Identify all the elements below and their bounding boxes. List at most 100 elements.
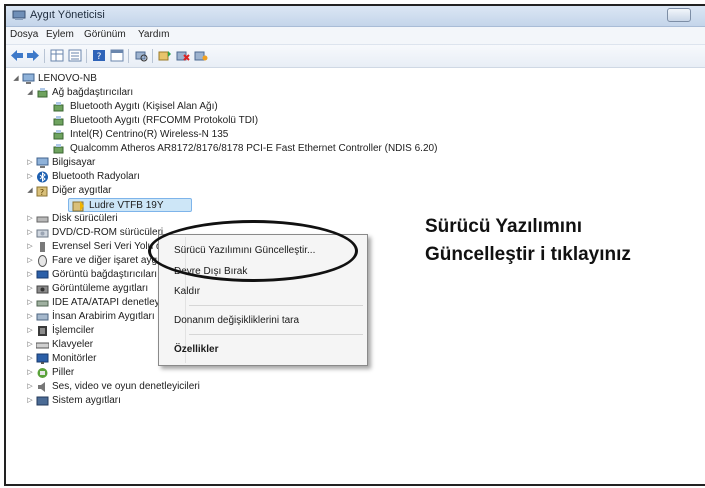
imaging-device-icon [36, 285, 49, 294]
ide-controller-icon [36, 300, 49, 307]
tree-item-label: Ses, video ve oyun denetleyicileri [52, 381, 200, 392]
highlight-oval [148, 220, 358, 282]
tree-category-network[interactable]: ◢ Ağ bağdaştırıcıları [26, 86, 226, 100]
processor-icon [38, 326, 47, 336]
tree-device[interactable]: Qualcomm Atheros AR8172/8176/8178 PCI-E … [48, 142, 508, 156]
tree-device[interactable]: Intel(R) Centrino(R) Wireless-N 135 [48, 128, 348, 142]
tree-item-label: İşlemciler [52, 325, 95, 336]
network-adapter-icon [53, 116, 64, 126]
callout-line-1: Sürücü Yazılımını [425, 216, 582, 237]
tree-item-label: Bluetooth Aygıtı (RFCOMM Protokolü TDI) [70, 115, 259, 126]
speaker-icon [38, 382, 45, 392]
tree-item-label: Ludre VTFB 19Y [89, 200, 164, 211]
network-adapter-icon [53, 144, 64, 154]
callout-line-2: Güncelleştir i tıklayınız [425, 244, 631, 265]
tree-item-label: Sistem aygıtları [52, 395, 121, 406]
tree-category[interactable]: ▷ Piller [26, 366, 226, 380]
svg-text:?: ? [40, 188, 44, 197]
expand-arrow-icon[interactable]: ▷ [26, 310, 34, 324]
tree-category[interactable]: ▷ Ses, video ve oyun denetleyicileri [26, 380, 266, 394]
menu-action[interactable]: Eylem [46, 29, 74, 40]
tree-device-selected[interactable]: Ludre VTFB 19Y [68, 198, 192, 212]
expand-arrow-icon[interactable]: ▷ [26, 254, 34, 268]
keyboard-icon [36, 342, 49, 349]
expand-arrow-icon[interactable]: ▷ [26, 268, 34, 282]
battery-icon [37, 368, 48, 378]
help-icon[interactable]: ? [92, 49, 106, 62]
menu-bar: Dosya Eylem Görünüm Yardım [6, 27, 705, 45]
disk-drive-icon [36, 216, 49, 223]
collapse-arrow-icon[interactable]: ◢ [26, 184, 34, 198]
toolbar-separator [152, 49, 153, 63]
expand-arrow-icon[interactable]: ▷ [26, 324, 34, 338]
tree-item-label: Görüntü bağdaştırıcıları [52, 269, 158, 280]
menu-item-uninstall[interactable]: Kaldır [161, 282, 365, 302]
disable-device-icon[interactable] [194, 49, 208, 62]
expand-arrow-icon[interactable]: ▷ [26, 296, 34, 310]
expand-arrow-icon[interactable]: ▷ [26, 380, 34, 394]
network-adapter-icon [37, 88, 48, 98]
expand-arrow-icon[interactable]: ▷ [26, 282, 34, 296]
minimize-button[interactable] [667, 8, 691, 22]
tree-device[interactable]: Bluetooth Aygıtı (RFCOMM Protokolü TDI) [48, 114, 348, 128]
tree-item-label: Ağ bağdaştırıcıları [52, 87, 134, 98]
tree-item-label: Monitörler [52, 353, 97, 364]
expand-arrow-icon[interactable]: ▷ [26, 212, 34, 226]
expand-arrow-icon[interactable]: ▷ [26, 170, 34, 184]
tree-item-label: Disk sürücüleri [52, 213, 118, 224]
network-adapter-icon [53, 102, 64, 112]
toolbar: ? [6, 45, 705, 68]
expand-arrow-icon[interactable]: ▷ [26, 352, 34, 366]
tree-device[interactable]: Bluetooth Aygıtı (Kişisel Alan Ağı) [48, 100, 348, 114]
expand-arrow-icon[interactable]: ▷ [26, 156, 34, 170]
console-tree-icon[interactable] [110, 49, 124, 62]
collapse-arrow-icon[interactable]: ◢ [26, 86, 34, 100]
expand-arrow-icon[interactable]: ▷ [26, 366, 34, 380]
menu-separator [189, 305, 363, 306]
toolbar-separator [128, 49, 129, 63]
system-devices-icon [36, 396, 49, 406]
uninstall-icon[interactable] [176, 49, 190, 62]
unknown-device-icon [72, 201, 84, 212]
back-arrow-icon[interactable] [10, 49, 24, 62]
tree-item-label: Bilgisayar [52, 157, 96, 168]
expand-arrow-icon[interactable]: ▷ [26, 394, 34, 408]
tree-category[interactable]: ▷ Bilgisayar [26, 156, 226, 170]
update-driver-icon[interactable] [158, 49, 172, 62]
scan-hardware-icon[interactable] [134, 49, 148, 62]
display-adapter-icon [36, 270, 49, 279]
bluetooth-icon [37, 171, 48, 183]
menu-item-scan-hardware[interactable]: Donanım değişikliklerini tara [161, 311, 365, 331]
tree-root[interactable]: ◢ LENOVO-NB [12, 72, 212, 86]
tree-item-label: Diğer aygıtlar [52, 185, 112, 196]
tree-category[interactable]: ▷ Sistem aygıtları [26, 394, 226, 408]
menu-separator [189, 334, 363, 335]
forward-arrow-icon[interactable] [26, 49, 40, 62]
hid-icon [36, 313, 49, 321]
toolbar-separator [44, 49, 45, 63]
menu-item-properties[interactable]: Özellikler [161, 340, 365, 360]
expand-arrow-icon[interactable]: ▷ [26, 338, 34, 352]
computer-icon [22, 73, 35, 84]
properties-grid-icon[interactable] [50, 49, 64, 62]
device-manager-icon [12, 10, 26, 20]
tree-item-label: Görüntüleme aygıtları [52, 283, 149, 294]
collapse-arrow-icon[interactable]: ◢ [12, 72, 20, 86]
tree-item-label: İnsan Arabirim Aygıtları [52, 311, 155, 322]
expand-arrow-icon[interactable]: ▷ [26, 240, 34, 254]
svg-text:?: ? [97, 52, 102, 62]
list-view-icon[interactable] [68, 49, 82, 62]
title-bar[interactable]: Aygıt Yöneticisi [6, 6, 705, 27]
tree-root-label: LENOVO-NB [38, 73, 97, 84]
tree-item-label: Intel(R) Centrino(R) Wireless-N 135 [70, 129, 229, 140]
menu-help[interactable]: Yardım [138, 29, 170, 40]
expand-arrow-icon[interactable]: ▷ [26, 226, 34, 240]
computer-icon [36, 157, 49, 168]
menu-file[interactable]: Dosya [10, 29, 38, 40]
menu-view[interactable]: Görünüm [84, 29, 126, 40]
tree-item-label: Bluetooth Radyoları [52, 171, 140, 182]
tree-category[interactable]: ▷ Bluetooth Radyoları [26, 170, 226, 184]
tree-item-label: DVD/CD-ROM sürücüleri [52, 227, 164, 238]
mouse-icon [38, 255, 47, 267]
tree-category-other-devices[interactable]: ◢ ? Diğer aygıtlar [26, 184, 226, 198]
